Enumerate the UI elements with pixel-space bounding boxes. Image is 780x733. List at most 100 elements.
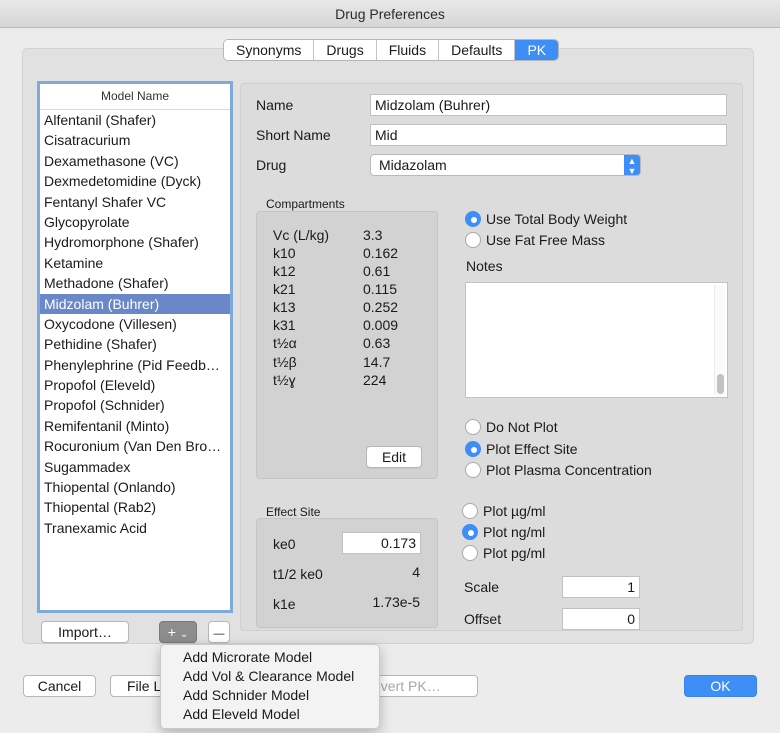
compartment-label: Vc (L/kg) <box>273 227 330 243</box>
list-item[interactable]: Propofol (Eleveld) <box>40 375 230 395</box>
unit-option-pg[interactable]: Plot pg/ml <box>462 543 545 563</box>
unit-option-label: Plot ng/ml <box>483 524 546 540</box>
list-item[interactable]: Thiopental (Onlando) <box>40 477 230 497</box>
window-title: Drug Preferences <box>0 0 780 28</box>
tab-fluids[interactable]: Fluids <box>376 40 440 60</box>
compartment-label: t½β <box>273 354 297 370</box>
notes-textarea[interactable] <box>465 282 728 398</box>
cancel-button[interactable]: Cancel <box>23 675 96 697</box>
radio-icon <box>465 232 481 248</box>
name-label: Name <box>256 97 294 113</box>
weight-option-label: Use Total Body Weight <box>486 211 628 227</box>
compartment-label: k21 <box>273 281 296 297</box>
tab-drugs[interactable]: Drugs <box>314 40 377 60</box>
remove-model-button[interactable]: — <box>208 621 230 643</box>
compartment-value: 0.63 <box>363 335 391 351</box>
scale-label: Scale <box>464 579 500 595</box>
list-item[interactable]: Sugammadex <box>40 457 230 477</box>
tab-synonyms[interactable]: Synonyms <box>224 40 315 60</box>
plot-option-none[interactable]: Do Not Plot <box>465 417 558 437</box>
list-item[interactable]: Rocuronium (Van Den Bro… <box>40 436 230 456</box>
k1e-value: 1.73e-5 <box>372 594 420 610</box>
menu-item-add-microrate[interactable]: Add Microrate Model <box>161 648 379 667</box>
list-item[interactable]: Propofol (Schnider) <box>40 395 230 415</box>
weight-option-label: Use Fat Free Mass <box>486 232 606 248</box>
compartment-value: 0.162 <box>363 245 399 261</box>
drug-select-value: Midazolam <box>379 157 447 173</box>
compartment-value: 0.009 <box>363 317 399 333</box>
minus-icon: — <box>213 628 225 640</box>
compartment-value: 14.7 <box>363 354 391 370</box>
compartment-label: k12 <box>273 263 296 279</box>
list-item-selected[interactable]: Midzolam (Buhrer) <box>40 293 230 314</box>
unit-option-label: Plot µg/ml <box>483 503 546 519</box>
drug-select[interactable]: Midazolam ▲ ▼ <box>370 154 641 176</box>
list-item[interactable]: Tranexamic Acid <box>40 518 230 538</box>
radio-icon <box>465 462 481 478</box>
tab-pk[interactable]: PK <box>515 40 559 60</box>
list-item[interactable]: Fentanyl Shafer VC <box>40 192 230 212</box>
t12-ke0-label: t1/2 ke0 <box>273 566 323 582</box>
compartment-label: k13 <box>273 299 296 315</box>
list-item[interactable]: Remifentanil (Minto) <box>40 416 230 436</box>
plot-option-plasma[interactable]: Plot Plasma Concentration <box>465 460 652 480</box>
list-item[interactable]: Methadone (Shafer) <box>40 273 230 293</box>
offset-label: Offset <box>464 611 502 627</box>
list-item[interactable]: Thiopental (Rab2) <box>40 497 230 517</box>
unit-option-label: Plot pg/ml <box>483 545 546 561</box>
unit-option-ng[interactable]: Plot ng/ml <box>462 522 545 542</box>
radio-selected-icon <box>462 524 478 540</box>
add-model-menu: Add Microrate Model Add Vol & Clearance … <box>160 644 380 729</box>
compartments-title: Compartments <box>266 197 345 211</box>
model-list-header[interactable]: Model Name <box>40 84 230 110</box>
list-item[interactable]: Glycopyrolate <box>40 212 230 232</box>
list-item[interactable]: Cisatracurium <box>40 130 230 150</box>
offset-field[interactable]: 0 <box>562 608 640 630</box>
weight-option-fat-free[interactable]: Use Fat Free Mass <box>465 230 605 250</box>
list-item[interactable]: Dexamethasone (VC) <box>40 151 230 171</box>
weight-option-total-body[interactable]: Use Total Body Weight <box>465 209 627 229</box>
unit-option-ug[interactable]: Plot µg/ml <box>462 501 546 521</box>
list-item[interactable]: Pethidine (Shafer) <box>40 334 230 354</box>
ke0-field[interactable]: 0.173 <box>342 532 421 554</box>
plot-option-label: Plot Effect Site <box>486 441 578 457</box>
menu-item-add-schnider[interactable]: Add Schnider Model <box>161 686 379 705</box>
list-item[interactable]: Phenylephrine (Pid Feedb… <box>40 355 230 375</box>
compartment-value: 0.115 <box>363 281 397 297</box>
list-item[interactable]: Hydromorphone (Shafer) <box>40 232 230 252</box>
radio-icon <box>465 419 481 435</box>
edit-compartments-button[interactable]: Edit <box>366 446 422 468</box>
tab-defaults[interactable]: Defaults <box>439 40 516 60</box>
radio-icon <box>462 503 478 519</box>
radio-selected-icon <box>465 211 481 227</box>
add-model-button[interactable]: + ⌄ <box>159 621 197 643</box>
short-name-label: Short Name <box>256 127 331 143</box>
menu-item-add-eleveld[interactable]: Add Eleveld Model <box>161 705 379 724</box>
k1e-label: k1e <box>273 596 296 612</box>
compartment-value: 224 <box>363 372 387 388</box>
drug-preferences-window: Drug Preferences Synonyms Drugs Fluids D… <box>0 0 780 733</box>
short-name-field[interactable]: Mid <box>370 124 727 146</box>
drug-label: Drug <box>256 157 287 173</box>
notes-scrollbar-thumb[interactable] <box>717 374 724 394</box>
list-item[interactable]: Alfentanil (Shafer) <box>40 110 230 130</box>
effect-site-title: Effect Site <box>266 505 321 519</box>
plot-option-label: Plot Plasma Concentration <box>486 462 652 478</box>
scale-field[interactable]: 1 <box>562 576 640 598</box>
chevron-down-icon: ⌄ <box>179 629 189 640</box>
compartment-label: t½ɣ <box>273 372 296 388</box>
list-item[interactable]: Oxycodone (Villesen) <box>40 314 230 334</box>
plus-icon: + <box>167 624 176 640</box>
list-item[interactable]: Ketamine <box>40 253 230 273</box>
compartment-label: k31 <box>273 317 296 333</box>
name-field[interactable]: Midzolam (Buhrer) <box>370 94 727 116</box>
notes-label: Notes <box>466 258 503 274</box>
ok-button[interactable]: OK <box>684 675 757 697</box>
list-item[interactable]: Dexmedetomidine (Dyck) <box>40 171 230 191</box>
import-button[interactable]: Import… <box>41 621 129 643</box>
menu-item-add-vol-clearance[interactable]: Add Vol & Clearance Model <box>161 667 379 686</box>
radio-icon <box>462 545 478 561</box>
updown-arrows-icon: ▲ ▼ <box>624 155 640 176</box>
model-list[interactable]: Model Name Alfentanil (Shafer) Cisatracu… <box>37 81 233 613</box>
plot-option-effect-site[interactable]: Plot Effect Site <box>465 439 578 459</box>
